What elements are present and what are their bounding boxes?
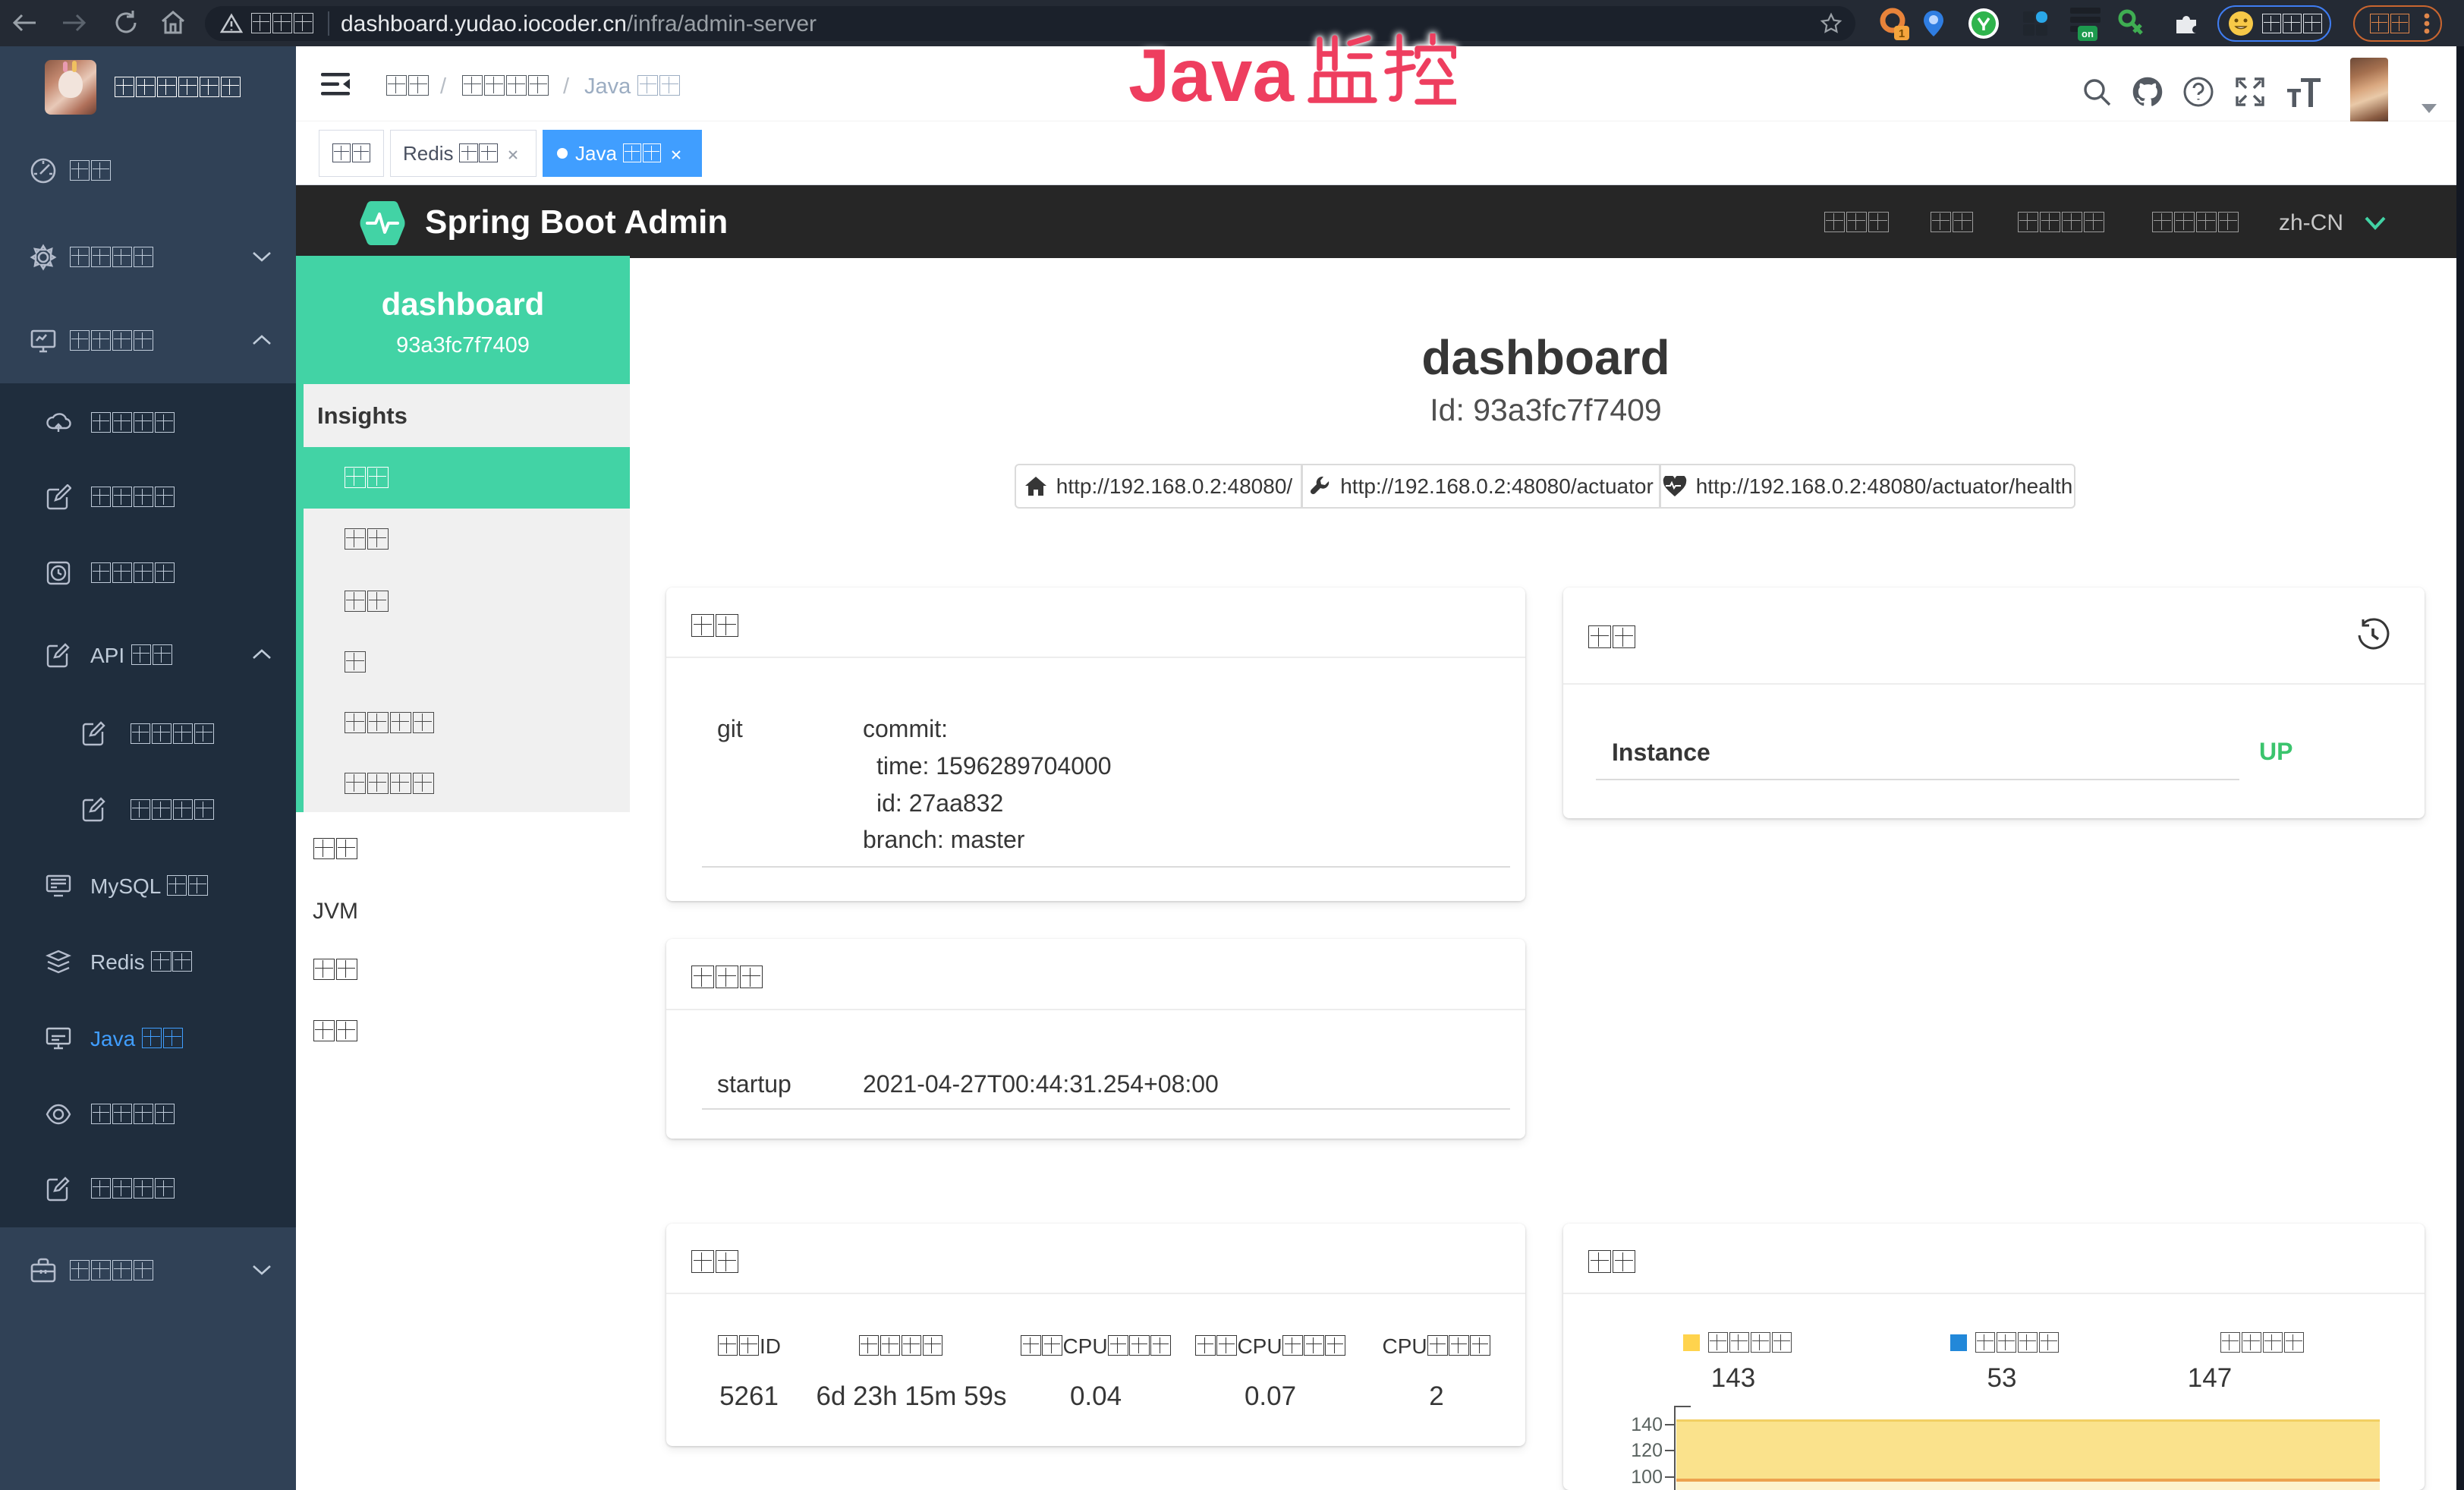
svg-text:on: on [2082,28,2094,39]
svg-text:1: 1 [1899,27,1905,40]
